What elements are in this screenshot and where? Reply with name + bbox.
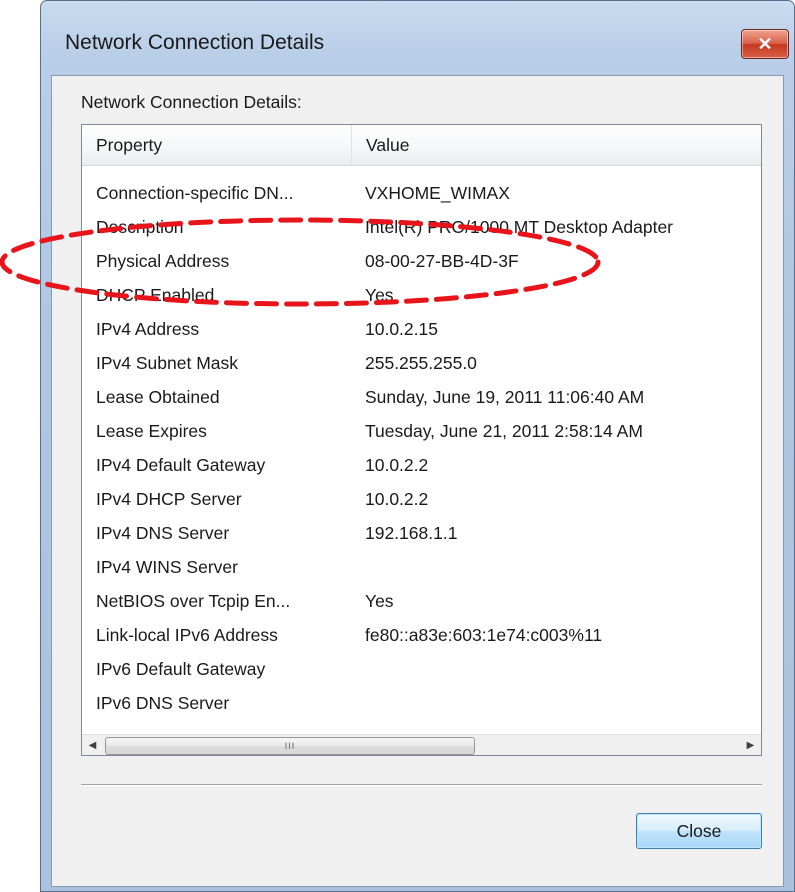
value-cell: Yes bbox=[365, 285, 394, 305]
property-cell: Connection-specific DN... bbox=[96, 183, 294, 203]
property-cell: Lease Expires bbox=[96, 421, 207, 441]
property-cell: IPv4 Default Gateway bbox=[96, 455, 266, 475]
section-label: Network Connection Details: bbox=[81, 92, 302, 112]
property-cell: IPv4 Address bbox=[96, 319, 200, 339]
close-button[interactable]: Close bbox=[636, 813, 762, 849]
value-cell: 255.255.255.0 bbox=[365, 353, 477, 373]
list-row[interactable]: Lease Expires Tuesday, June 21, 2011 2:58… bbox=[82, 414, 761, 448]
list-row[interactable]: Connection-specific DN... VXHOME_WIMAX bbox=[82, 176, 761, 210]
property-cell: IPv6 DNS Server bbox=[96, 693, 230, 713]
value-cell: Tuesday, June 21, 2011 2:58:14 AM bbox=[365, 421, 643, 441]
list-row[interactable]: Physical Address 08-00-27-BB-4D-3F bbox=[82, 244, 761, 278]
value-cell bbox=[365, 550, 761, 584]
list-row[interactable]: IPv4 Address 10.0.2.15 bbox=[82, 312, 761, 346]
value-cell: 10.0.2.15 bbox=[365, 319, 438, 339]
property-cell: Description bbox=[96, 217, 184, 237]
dialog-content: Network Connection Details: Property Val… bbox=[51, 75, 784, 887]
dialog-window: Network Connection Details ✕ Network Con… bbox=[40, 0, 795, 892]
list-rows: Connection-specific DN... VXHOME_WIMAX Des… bbox=[82, 176, 761, 720]
list-row[interactable]: IPv4 Subnet Mask 255.255.255.0 bbox=[82, 346, 761, 380]
details-list-view[interactable]: Property Value Connection-specific DN...… bbox=[81, 124, 762, 756]
value-cell: 10.0.2.2 bbox=[365, 489, 429, 509]
list-row[interactable]: IPv4 DNS Server 192.168.1.1 bbox=[82, 516, 761, 550]
value-cell: 192.168.1.1 bbox=[365, 523, 458, 543]
arrow-left-icon: ◀ bbox=[88, 740, 97, 751]
list-row[interactable]: IPv6 Default Gateway bbox=[82, 652, 761, 686]
value-cell: VXHOME_WIMAX bbox=[365, 183, 510, 203]
grip-icon: III bbox=[284, 741, 296, 751]
window-close-button[interactable]: ✕ bbox=[741, 29, 789, 59]
list-row[interactable]: IPv4 WINS Server bbox=[82, 550, 761, 584]
value-cell: Intel(R) PRO/1000 MT Desktop Adapter bbox=[365, 217, 674, 237]
list-row[interactable]: IPv4 DHCP Server 10.0.2.2 bbox=[82, 482, 761, 516]
list-row[interactable]: NetBIOS over Tcpip En... Yes bbox=[82, 584, 761, 618]
list-row[interactable]: Link-local IPv6 Address fe80::a83e:603:1e… bbox=[82, 618, 761, 652]
value-cell: 10.0.2.2 bbox=[365, 455, 429, 475]
value-cell: Sunday, June 19, 2011 11:06:40 AM bbox=[365, 387, 645, 407]
scrollbar-thumb[interactable]: III bbox=[105, 737, 475, 755]
list-row[interactable]: Lease Obtained Sunday, June 19, 2011 11:0… bbox=[82, 380, 761, 414]
column-header-property[interactable]: Property bbox=[82, 125, 352, 165]
scroll-right-button[interactable]: ▶ bbox=[740, 735, 761, 755]
property-cell: Physical Address bbox=[96, 251, 230, 271]
list-row[interactable]: IPv6 DNS Server bbox=[82, 686, 761, 720]
value-cell bbox=[365, 686, 761, 720]
property-cell: DHCP Enabled bbox=[96, 285, 215, 305]
property-cell: Link-local IPv6 Address bbox=[96, 625, 278, 645]
property-cell: IPv4 DHCP Server bbox=[96, 489, 242, 509]
value-cell bbox=[365, 652, 761, 686]
list-row[interactable]: DHCP Enabled Yes bbox=[82, 278, 761, 312]
list-header: Property Value bbox=[82, 125, 761, 166]
value-cell: fe80::a83e:603:1e74:c003%11 bbox=[365, 625, 603, 645]
separator bbox=[81, 784, 762, 786]
list-row[interactable]: Description Intel(R) PRO/1000 MT Desktop … bbox=[82, 210, 761, 244]
close-icon: ✕ bbox=[757, 33, 773, 54]
property-cell: NetBIOS over Tcpip En... bbox=[96, 591, 291, 611]
property-cell: IPv4 DNS Server bbox=[96, 523, 230, 543]
column-header-value[interactable]: Value bbox=[352, 125, 761, 165]
property-cell: IPv4 Subnet Mask bbox=[96, 353, 239, 373]
property-cell: IPv6 Default Gateway bbox=[96, 659, 266, 679]
property-cell: IPv4 WINS Server bbox=[96, 557, 238, 577]
value-cell: Yes bbox=[365, 591, 394, 611]
value-cell: 08-00-27-BB-4D-3F bbox=[365, 251, 519, 271]
arrow-right-icon: ▶ bbox=[746, 740, 755, 751]
scroll-left-button[interactable]: ◀ bbox=[82, 735, 103, 755]
window-title: Network Connection Details bbox=[65, 31, 325, 54]
title-bar[interactable]: Network Connection Details ✕ bbox=[41, 1, 794, 75]
property-cell: Lease Obtained bbox=[96, 387, 220, 407]
horizontal-scrollbar[interactable]: ◀ III ▶ bbox=[82, 734, 761, 755]
list-row[interactable]: IPv4 Default Gateway 10.0.2.2 bbox=[82, 448, 761, 482]
